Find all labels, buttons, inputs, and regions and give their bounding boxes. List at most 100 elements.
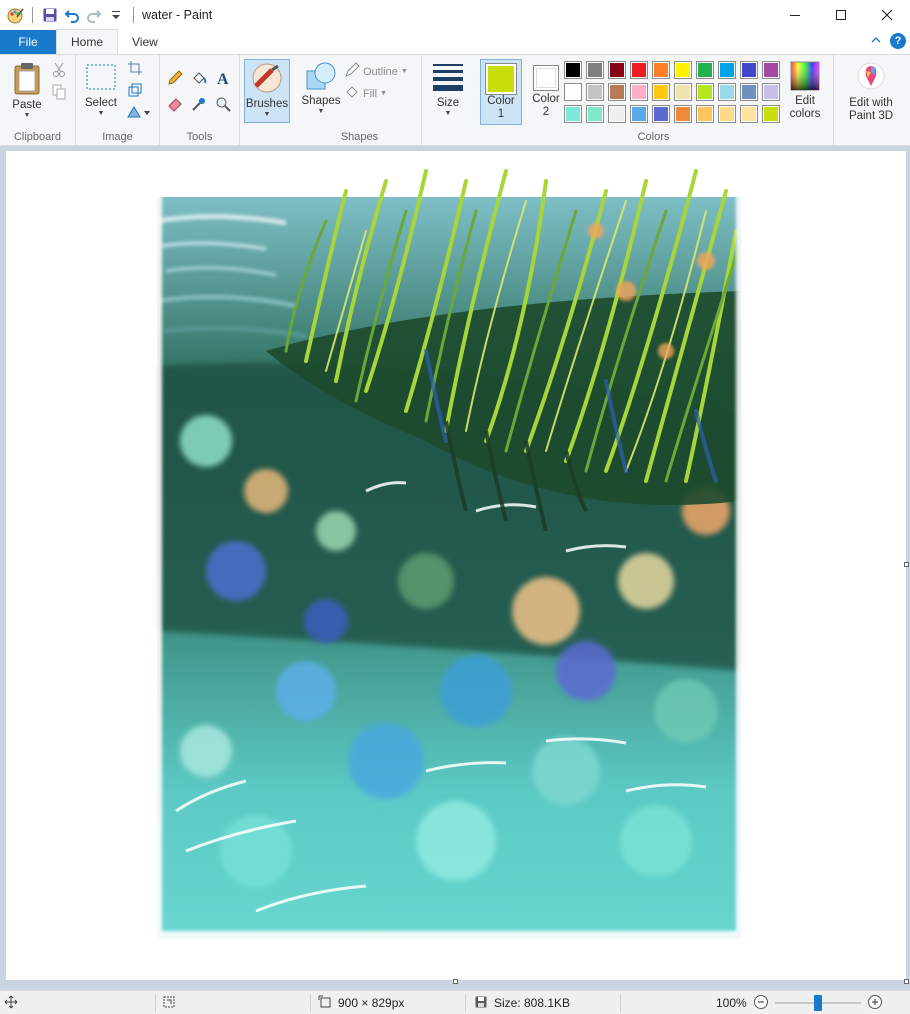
color-swatch[interactable] <box>762 61 780 79</box>
color-swatch[interactable] <box>652 83 670 101</box>
outline-dropdown-icon: ▼ <box>400 68 408 75</box>
zoom-out-icon[interactable] <box>753 994 769 1013</box>
file-size: Size: 808.1KB <box>474 991 570 1014</box>
color-swatch[interactable] <box>718 105 736 123</box>
eraser-icon[interactable] <box>166 95 184 113</box>
edit-colors-button[interactable]: Edit colors <box>784 61 826 121</box>
color1-button[interactable]: Color 1 <box>480 59 522 125</box>
color-swatch[interactable] <box>762 83 780 101</box>
color-swatch[interactable] <box>586 83 604 101</box>
maximize-button[interactable] <box>818 0 864 30</box>
fill-icon <box>344 84 360 103</box>
pencil-icon[interactable] <box>166 69 184 87</box>
shapes-button[interactable]: Shapes ▼ <box>301 61 341 116</box>
edit-colors-label-2: colors <box>789 108 821 120</box>
size-button[interactable]: Size ▼ <box>428 61 468 118</box>
color-swatch[interactable] <box>696 61 714 79</box>
shapes-group: Shapes ▼ Outline ▼ Fill ▼ Shapes <box>298 55 422 146</box>
outline-button[interactable]: Outline ▼ <box>344 62 408 81</box>
color2-button[interactable]: Color 2 <box>526 59 566 125</box>
color-picker-icon[interactable] <box>190 95 208 113</box>
color-swatch[interactable] <box>696 105 714 123</box>
fill-bucket-icon[interactable] <box>190 69 208 87</box>
save-icon[interactable] <box>41 6 59 24</box>
color-swatch-fill <box>741 106 757 122</box>
brushes-dropdown-icon: ▼ <box>263 111 271 118</box>
help-button[interactable]: ? <box>890 33 906 49</box>
canvas-resize-handle-corner[interactable] <box>904 979 909 984</box>
selection-size <box>162 991 176 1014</box>
customize-qat-icon[interactable] <box>107 6 125 24</box>
paint3d-label-1: Edit with <box>849 97 893 109</box>
zoom-in-icon[interactable] <box>867 994 883 1013</box>
zoom-slider[interactable] <box>774 995 861 1011</box>
copy-icon[interactable] <box>50 83 68 101</box>
color-swatch[interactable] <box>652 61 670 79</box>
color-swatch[interactable] <box>630 61 648 79</box>
fill-button[interactable]: Fill ▼ <box>344 84 387 103</box>
paint3d-label-2: Paint 3D <box>848 110 894 122</box>
color-swatch[interactable] <box>674 105 692 123</box>
tab-file[interactable]: File <box>0 30 56 54</box>
drawing-canvas[interactable] <box>6 151 906 980</box>
canvas-workspace[interactable] <box>0 146 910 990</box>
color-swatch[interactable] <box>674 83 692 101</box>
color-swatch[interactable] <box>718 83 736 101</box>
cut-icon[interactable] <box>50 61 68 79</box>
color2-number: 2 <box>542 106 550 118</box>
close-button[interactable] <box>864 0 910 30</box>
zoom-level: 100% <box>716 996 747 1010</box>
color2-fill <box>536 68 556 88</box>
color-swatch[interactable] <box>740 105 758 123</box>
color-swatch-fill <box>631 84 647 100</box>
select-button[interactable]: Select ▼ <box>82 63 120 118</box>
color-swatch[interactable] <box>608 105 626 123</box>
crop-icon[interactable] <box>126 59 144 77</box>
ribbon-controls: ? <box>870 33 906 49</box>
color-swatch[interactable] <box>564 105 582 123</box>
brushes-button[interactable]: Brushes ▼ <box>244 59 290 123</box>
paint-app-icon[interactable] <box>6 6 24 24</box>
color-swatch[interactable] <box>630 83 648 101</box>
color-swatch[interactable] <box>674 61 692 79</box>
color-swatch[interactable] <box>762 105 780 123</box>
tab-home[interactable]: Home <box>56 29 119 54</box>
tab-view[interactable]: View <box>118 30 172 54</box>
color-swatch[interactable] <box>718 61 736 79</box>
window-controls <box>772 0 910 30</box>
paste-button[interactable]: Paste ▼ <box>8 61 46 120</box>
shapes-label: Shapes <box>301 95 341 107</box>
color-swatch[interactable] <box>740 83 758 101</box>
image-group: Select ▼ Image <box>76 55 160 146</box>
edit-with-paint3d-button[interactable]: Edit with Paint 3D <box>836 61 906 123</box>
redo-icon[interactable] <box>85 6 103 24</box>
color-swatch[interactable] <box>586 61 604 79</box>
color-swatch[interactable] <box>630 105 648 123</box>
collapse-ribbon-icon[interactable] <box>870 34 882 48</box>
color-swatch[interactable] <box>564 61 582 79</box>
undo-icon[interactable] <box>63 6 81 24</box>
minimize-button[interactable] <box>772 0 818 30</box>
edit-colors-label-1: Edit <box>795 95 815 107</box>
tools-group: A Tools <box>160 55 240 146</box>
color-swatch[interactable] <box>740 61 758 79</box>
resize-icon[interactable] <box>126 81 144 99</box>
canvas-resize-handle-right[interactable] <box>904 562 909 567</box>
color2-swatch <box>533 65 559 91</box>
color-swatch[interactable] <box>696 83 714 101</box>
magnifier-icon[interactable] <box>214 95 232 113</box>
zoom-slider-thumb[interactable] <box>813 995 822 1011</box>
status-divider <box>620 994 621 1012</box>
color-swatch[interactable] <box>586 105 604 123</box>
color-swatch-fill <box>565 62 581 78</box>
color-swatch[interactable] <box>652 105 670 123</box>
zoom-control: 100% <box>716 991 883 1014</box>
text-tool-icon[interactable]: A <box>214 69 232 87</box>
color-swatch[interactable] <box>564 83 582 101</box>
color-swatch[interactable] <box>608 83 626 101</box>
title-bar: water - Paint <box>0 0 910 30</box>
rotate-icon[interactable] <box>126 103 152 121</box>
paint-window: water - Paint File Home View ? Paste ▼ C… <box>0 0 910 1014</box>
color-swatch[interactable] <box>608 61 626 79</box>
canvas-resize-handle-bottom[interactable] <box>453 979 458 984</box>
